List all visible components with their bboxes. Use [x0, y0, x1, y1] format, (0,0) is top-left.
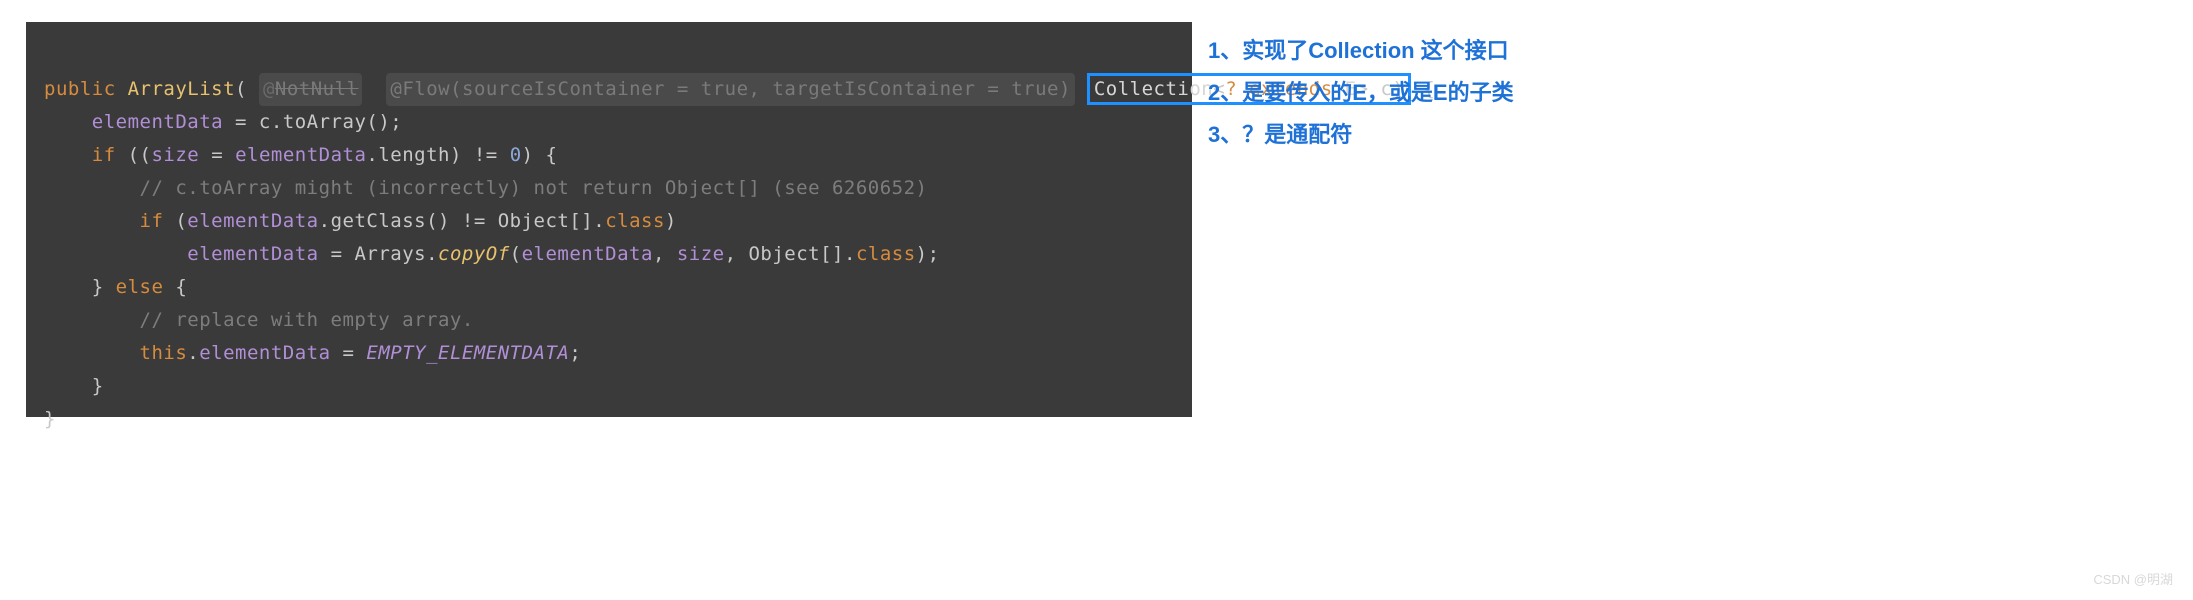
comment-line: // c.toArray might (incorrectly) not ret…	[140, 177, 928, 199]
annotation-flow: @Flow(sourceIsContainer = true, targetIs…	[386, 73, 1075, 106]
code-panel: public ArrayList( @NotNull @Flow(sourceI…	[26, 22, 1192, 417]
annotation-notnull: @NotNull	[259, 73, 363, 106]
note-2: 2、是要传入的E，或是E的子类	[1208, 72, 1514, 114]
watermark: CSDN @明湖	[2093, 569, 2173, 588]
method-name: ArrayList	[128, 78, 235, 100]
annotation-notes: 1、实现了Collection 这个接口 2、是要传入的E，或是E的子类 3、？…	[1208, 30, 1514, 156]
comment-line: // replace with empty array.	[140, 309, 474, 331]
keyword-public: public	[44, 78, 116, 100]
note-3: 3、？是通配符	[1208, 114, 1514, 156]
field-elementdata: elementData	[92, 111, 223, 133]
note-1: 1、实现了Collection 这个接口	[1208, 30, 1514, 72]
